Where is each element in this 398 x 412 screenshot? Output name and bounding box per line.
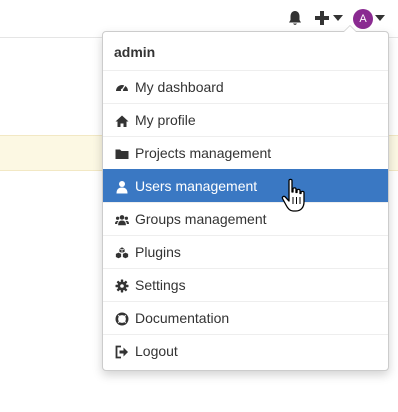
menu-item-label: Users management: [135, 178, 258, 194]
bell-icon[interactable]: [287, 10, 303, 27]
menu-item-label: My dashboard: [135, 79, 224, 95]
menu-item-my-profile[interactable]: My profile: [103, 103, 388, 136]
menu-item-projects-management[interactable]: Projects management: [103, 136, 388, 169]
users-icon: [115, 215, 129, 226]
menu-item-my-dashboard[interactable]: My dashboard: [103, 70, 388, 103]
menu-item-groups-management[interactable]: Groups management: [103, 202, 388, 235]
user-dropdown-menu: admin My dashboard My profile Projects m…: [102, 25, 389, 371]
sign-out-icon: [115, 345, 128, 359]
menu-item-label: Logout: [135, 343, 178, 359]
menu-item-label: Projects management: [135, 145, 272, 161]
hand-pointer-cursor-icon: [281, 178, 305, 212]
dashboard-icon: [116, 85, 128, 92]
page: A admin My dashboard My profile Projects…: [0, 0, 398, 412]
folder-icon: [115, 149, 129, 159]
plus-icon[interactable]: [314, 10, 330, 26]
menu-header-username: admin: [114, 44, 156, 60]
cubes-icon: [115, 247, 129, 259]
menu-item-label: My profile: [135, 112, 196, 128]
caret-down-icon[interactable]: [375, 15, 385, 21]
menu-item-label: Documentation: [135, 310, 230, 326]
gear-icon: [115, 279, 129, 293]
life-ring-icon: [115, 312, 129, 326]
home-icon: [115, 115, 129, 127]
menu-item-label: Settings: [135, 277, 186, 293]
user-icon: [116, 181, 128, 194]
menu-item-users-management[interactable]: Users management: [103, 169, 388, 202]
menu-item-settings[interactable]: Settings: [103, 268, 388, 301]
menu-item-label: Plugins: [135, 244, 181, 260]
caret-down-icon[interactable]: [333, 15, 343, 21]
menu-item-label: Groups management: [135, 211, 267, 227]
menu-item-logout[interactable]: Logout: [103, 334, 388, 367]
menu-item-plugins[interactable]: Plugins: [103, 235, 388, 268]
menu-item-documentation[interactable]: Documentation: [103, 301, 388, 334]
